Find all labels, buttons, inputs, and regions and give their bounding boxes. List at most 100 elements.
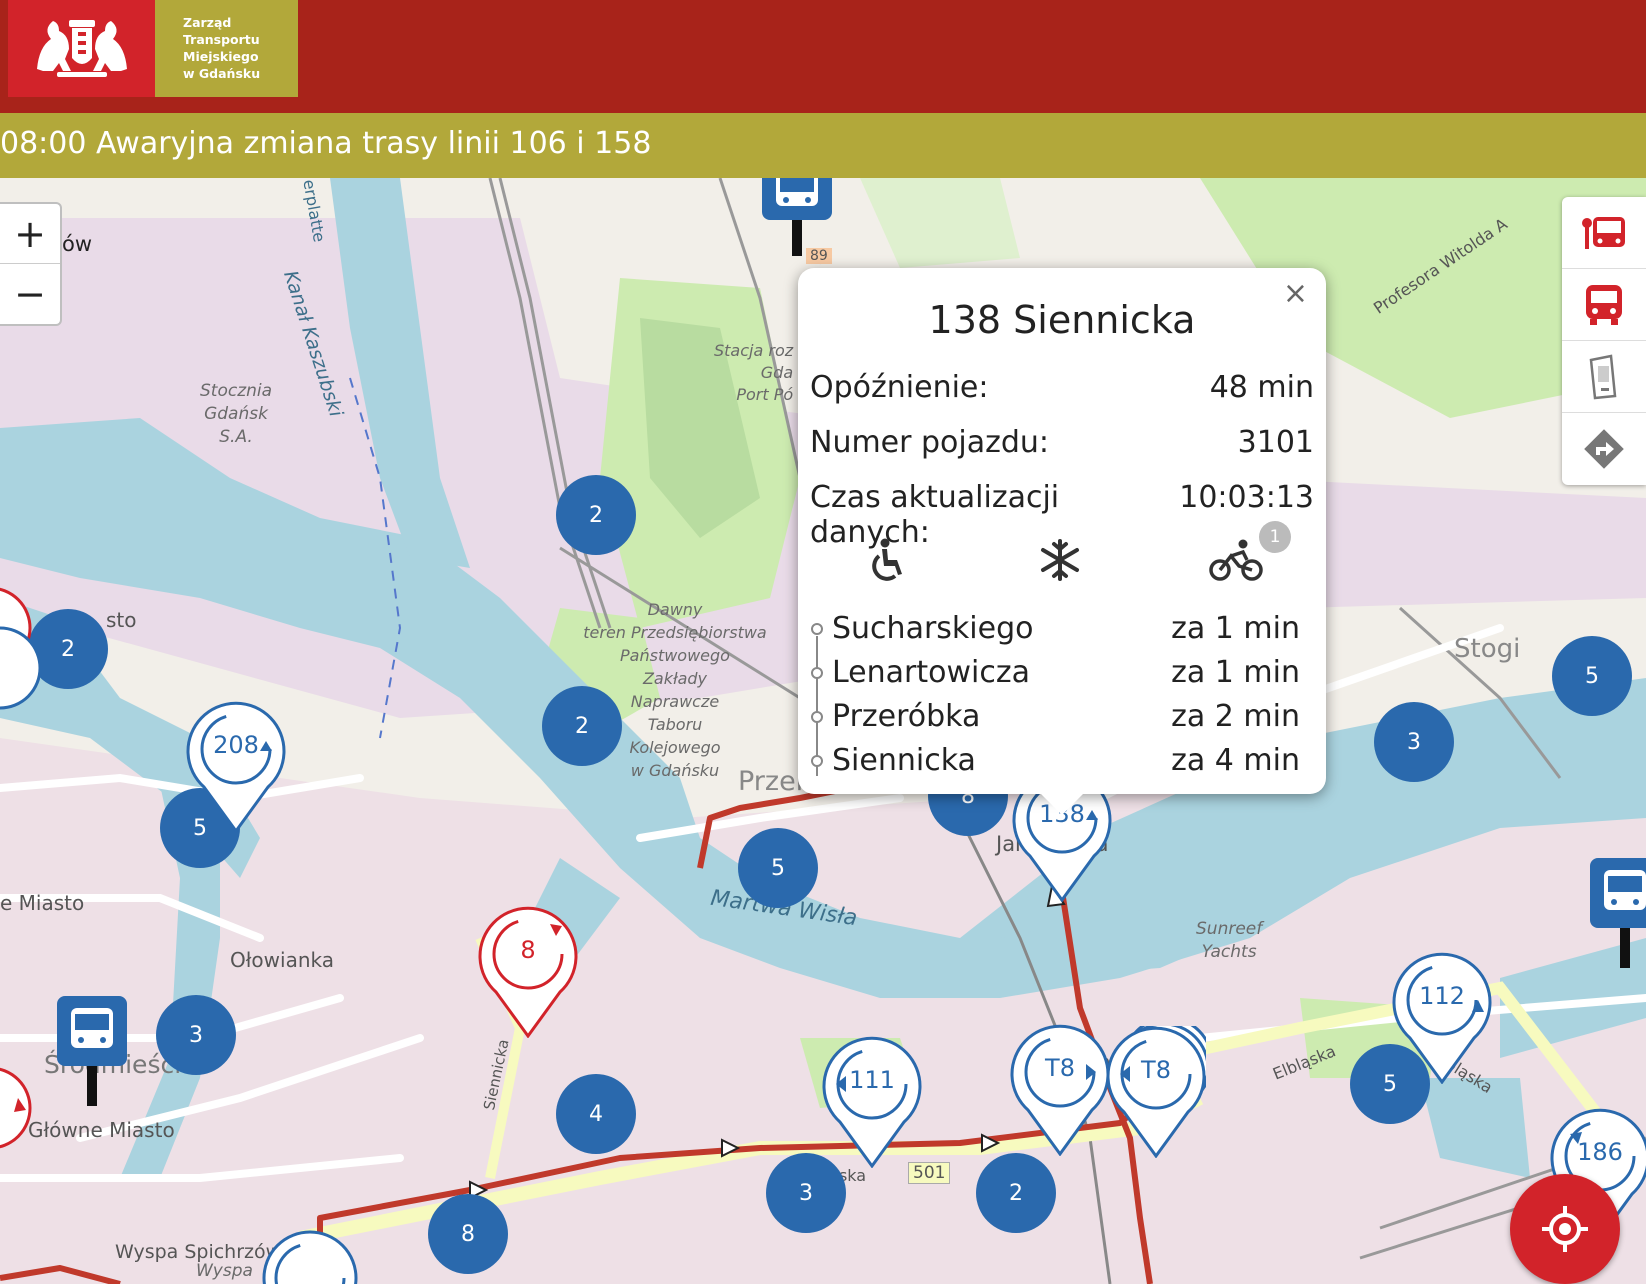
popup-title: 138 Siennicka [928,298,1196,342]
cluster-marker[interactable]: 5 [738,828,818,908]
stop-dot [811,623,823,635]
bus-stop-icon [762,178,832,256]
vehicle-line-number: 111 [849,1066,895,1094]
bicycle-count-badge: 1 [1259,521,1291,553]
label-wyspa: Wyspa [196,1261,253,1281]
cluster-marker[interactable]: 3 [1374,702,1454,782]
row-value: 3101 [1237,425,1314,460]
news-ticker[interactable]: 08:00 Awaryjna zmiana trasy linii 106 i … [0,113,1646,178]
zoom-in-button[interactable]: + [0,204,60,264]
cluster-marker[interactable]: 2 [556,475,636,555]
label-sto: sto [106,608,137,632]
bus-stop-marker[interactable] [1590,858,1646,972]
stop-eta: za 4 min [1171,742,1300,778]
cluster-marker[interactable]: 3 [156,995,236,1075]
vehicle-line-number: 186 [1577,1138,1623,1166]
vehicle-line-number: 8 [520,936,536,964]
toggle-stops-button[interactable] [1562,197,1646,269]
bus-stop-icon [1582,216,1625,249]
route-planner-button[interactable] [1562,413,1646,485]
stop-name: Siennicka [832,742,976,778]
list-item[interactable]: Przeróbka za 2 min [810,694,1300,738]
ticker-text: 08:00 Awaryjna zmiana trasy linii 106 i … [0,126,652,161]
header-bar: Zarząd Transportu Miejskiego w Gdańsku [0,0,1646,113]
toggle-vehicles-button[interactable] [1562,269,1646,341]
stop-name: Lenartowicza [832,654,1030,690]
bus-stop-icon [1590,858,1646,968]
vehicle-pin-partial[interactable] [0,578,40,718]
cluster-marker[interactable]: 2 [542,686,622,766]
label-sunreef: Sunreef Yachts [1196,919,1263,962]
vehicle-pin-icon [822,1036,922,1169]
stop-dot [811,755,823,767]
vehicle-marker[interactable]: 112 [1392,952,1492,1085]
bus-icon [1586,284,1622,325]
label-stare-miasto: e Miasto [0,891,85,915]
layer-toolbar [1562,197,1646,485]
logo-line: Miejskiego [183,49,259,64]
upcoming-stops-list: Sucharskiego za 1 min Lenartowicza za 1 … [810,606,1300,782]
air-conditioning-icon [1030,530,1090,590]
stop-eta: za 1 min [1171,654,1300,690]
app-root: Zarząd Transportu Miejskiego w Gdańsku 0… [0,0,1646,1284]
vehicle-line-number: 112 [1419,982,1465,1010]
row-label: Opóźnienie: [810,370,989,405]
cluster-marker[interactable]: 8 [428,1194,508,1274]
bus-stop-marker[interactable] [762,178,832,260]
wheelchair-icon [858,530,918,590]
vehicle-line-number: 208 [213,731,259,759]
vehicle-line-number: T8 [1141,1056,1171,1084]
vehicle-pin-icon [186,701,286,834]
vehicle-pin-icon [1106,1016,1214,1159]
stop-name: Sucharskiego [832,610,1034,646]
logo-line: w Gdańsku [183,66,261,81]
vehicle-pin-partial[interactable] [260,1228,360,1284]
crosshair-icon [1542,1206,1588,1252]
popup-tip [1040,793,1084,815]
vehicle-line-number: T8 [1045,1054,1075,1082]
bus-stop-icon [57,996,127,1106]
vehicle-marker[interactable]: 8 [478,906,578,1039]
cluster-marker[interactable]: 4 [556,1074,636,1154]
lions-crest-icon [36,19,127,77]
list-item[interactable]: Sucharskiego za 1 min [810,606,1300,650]
stop-eta: za 1 min [1171,610,1300,646]
vehicle-marker[interactable]: 111 [822,1036,922,1169]
delay-row: Opóźnienie: 48 min [810,370,1314,405]
label-stacja: Stacja roz Gda Port Pó [714,341,794,404]
label-glowne-miasto: Główne Miasto [28,1118,175,1142]
label-ow: ów [62,232,93,256]
ztm-logo-text: Zarząd Transportu Miejskiego w Gdańsku [155,0,298,97]
stop-name: Przeróbka [832,698,981,734]
zoom-control: + − [0,202,62,326]
vehicle-pin-icon [1010,1024,1110,1157]
stop-dot [811,711,823,723]
logo-line: Zarząd [183,15,232,30]
toggle-ticket-machines-button[interactable] [1562,341,1646,413]
label-stogi: Stogi [1454,634,1521,664]
ticket-machine-icon [1589,354,1617,399]
list-item[interactable]: Lenartowicza za 1 min [810,650,1300,694]
label-wyspa-spichrzow: Wyspa Spichrzów [115,1241,282,1263]
bus-stop-marker[interactable] [57,996,127,1110]
stop-eta: za 2 min [1171,698,1300,734]
bicycle-icon [1206,530,1266,590]
logo-line: Transportu [183,32,260,47]
vehicle-marker[interactable]: T8 [1010,1024,1110,1157]
vehicle-pin-icon [1392,952,1492,1085]
vehicle-marker[interactable]: T8 [1106,1016,1214,1159]
gdansk-coat-of-arms-logo[interactable] [8,0,155,97]
cluster-marker[interactable]: 2 [976,1153,1056,1233]
route-directions-icon [1584,429,1624,469]
vehicle-pin-icon [478,906,578,1039]
vehicle-info-popup: × 138 Siennicka Opóźnienie: 48 min Numer… [798,268,1326,794]
cluster-marker[interactable]: 5 [1552,636,1632,716]
list-item[interactable]: Siennicka za 4 min [810,738,1300,782]
zoom-out-button[interactable]: − [0,264,60,324]
vehicle-marker[interactable]: 208 [186,701,286,834]
locate-me-button[interactable] [1510,1174,1620,1284]
vehicle-pin-partial[interactable] [0,1058,40,1178]
label-olowianka: Ołowianka [230,948,334,972]
cluster-marker[interactable]: 2 [28,609,108,689]
label-stocznia: Stocznia Gdańsk S.A. [200,381,273,447]
